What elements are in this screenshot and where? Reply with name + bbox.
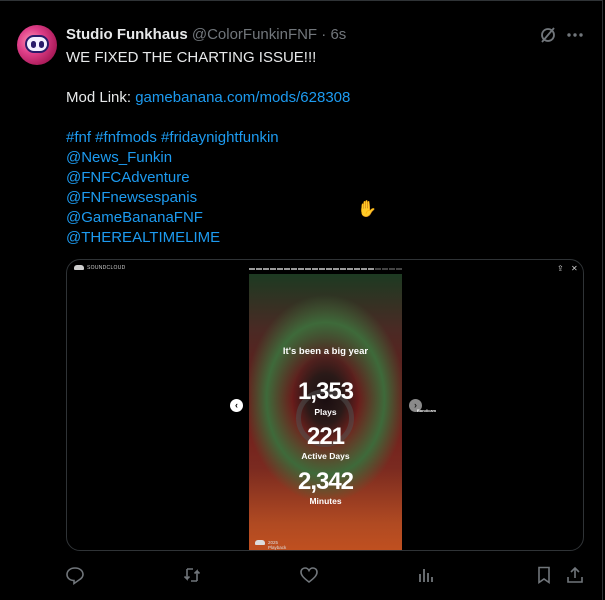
platform-label: SOUNDCLOUD [87, 265, 126, 271]
hashtags[interactable]: #fnf #fnfmods #fridaynightfunkin [66, 128, 566, 148]
mention-gamebananafnf[interactable]: @GameBananaFNF [66, 208, 566, 228]
reply-icon[interactable] [65, 565, 85, 585]
story-card: It's been a big year 1,353 Plays 221 Act… [249, 274, 402, 550]
mention-fnfnewsespanis[interactable]: @FNFnewsespanis [66, 188, 566, 208]
soundcloud-logo: SOUNDCLOUD [74, 265, 126, 271]
grok-icon[interactable] [538, 25, 558, 45]
stat-minutes-value: 2,342 [297, 468, 354, 495]
mouse-cursor-icon: ✋ [357, 201, 377, 218]
tweet-header: Studio Funkhaus @ColorFunkinFNF · 6s [66, 26, 346, 44]
mod-link-line: Mod Link: gamebanana.com/mods/628308 [66, 88, 566, 108]
tweet-text: WE FIXED THE CHARTING ISSUE!!! Mod Link:… [66, 48, 566, 248]
media-attachment[interactable]: SOUNDCLOUD ⇪ ✕ It's been a big year 1,35… [66, 259, 584, 551]
tweet[interactable]: Studio Funkhaus @ColorFunkinFNF · 6s WE … [0, 0, 603, 600]
views-icon[interactable] [416, 565, 436, 585]
retweet-icon[interactable] [182, 565, 202, 585]
tweet-headline: WE FIXED THE CHARTING ISSUE!!! [66, 49, 317, 66]
mod-link-label: Mod Link: [66, 89, 136, 106]
previous-story-button[interactable]: ‹ [230, 399, 243, 412]
like-icon[interactable] [299, 565, 319, 585]
stat-plays-label: Plays [314, 407, 337, 417]
story-footer: 2025 Playback [255, 540, 286, 550]
mod-link[interactable]: gamebanana.com/mods/628308 [135, 89, 350, 106]
bookmark-icon[interactable] [534, 565, 554, 585]
mention-fnfcadventure[interactable]: @FNFCAdventure [66, 168, 566, 188]
cloud-icon [255, 540, 265, 546]
action-bar [0, 565, 605, 585]
share-icon[interactable] [565, 565, 585, 585]
footer-year: 2025 [268, 540, 279, 545]
more-icon[interactable] [565, 25, 585, 45]
separator: · [321, 26, 327, 43]
stat-plays-value: 1,353 [297, 378, 354, 405]
timestamp[interactable]: 6s [330, 26, 346, 43]
mention-news-funkin[interactable]: @News_Funkin [66, 148, 566, 168]
watermark: Bandicam [417, 408, 437, 413]
footer-playback: Playback [268, 545, 287, 551]
avatar-face [25, 35, 49, 53]
mention-therealtimelime[interactable]: @THEREALTIMELIME [66, 228, 566, 248]
stat-days-label: Active Days [301, 451, 350, 461]
close-media-icon[interactable]: ✕ [571, 264, 578, 273]
share-media-icon[interactable]: ⇪ [557, 264, 564, 273]
stat-days-value: 221 [306, 423, 345, 450]
story-title: It's been a big year [282, 346, 369, 357]
avatar-eye-left [31, 41, 36, 48]
avatar[interactable] [17, 25, 57, 65]
author-handle[interactable]: @ColorFunkinFNF [192, 26, 317, 43]
cloud-icon [74, 265, 84, 271]
story-progress-bar [249, 268, 402, 270]
stat-minutes-label: Minutes [309, 496, 342, 506]
avatar-eye-right [39, 41, 44, 48]
author-name[interactable]: Studio Funkhaus [66, 26, 188, 43]
